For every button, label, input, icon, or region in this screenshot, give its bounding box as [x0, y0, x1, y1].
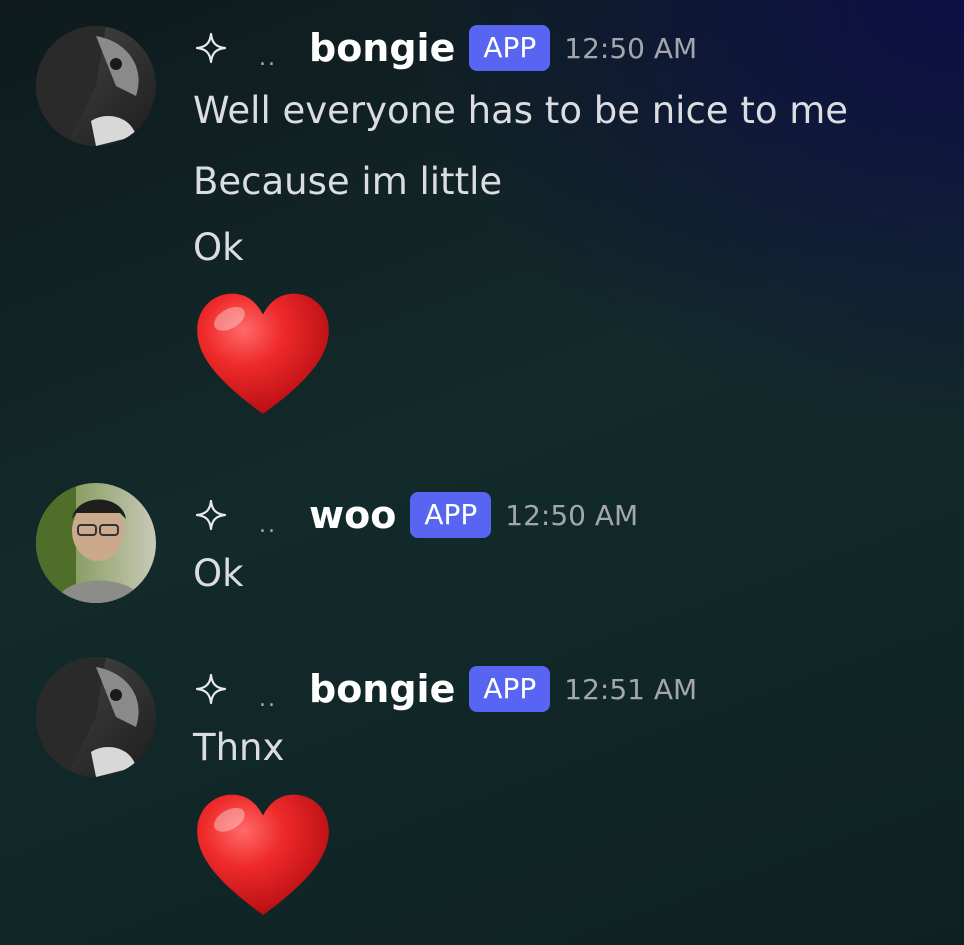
- message-text: Because im little: [193, 160, 503, 203]
- message-header: .. woo APP 12:50 AM: [193, 491, 638, 539]
- message-text: Well everyone has to be nice to me: [193, 89, 849, 132]
- decor-dots: ..: [259, 45, 277, 71]
- message-text: Ok: [193, 226, 244, 269]
- username[interactable]: bongie: [309, 667, 455, 711]
- heart-icon: [193, 288, 333, 428]
- timestamp: 12:50 AM: [505, 498, 639, 532]
- username[interactable]: bongie: [309, 26, 455, 70]
- message-text: Ok: [193, 552, 244, 595]
- sparkle-icon: [193, 30, 229, 66]
- avatar[interactable]: [36, 26, 156, 146]
- sparkle-icon: [193, 497, 229, 533]
- avatar[interactable]: [36, 483, 156, 603]
- sparkle-icon: [193, 671, 229, 707]
- timestamp: 12:51 AM: [564, 672, 698, 706]
- decor-dots: ..: [259, 512, 277, 538]
- app-badge: APP: [410, 492, 492, 538]
- message-text: Thnx: [193, 726, 285, 769]
- timestamp: 12:50 AM: [564, 31, 698, 65]
- avatar[interactable]: [36, 657, 156, 777]
- username[interactable]: woo: [309, 493, 396, 537]
- app-badge: APP: [469, 25, 551, 71]
- decor-dots: ..: [259, 686, 277, 712]
- heart-icon: [193, 789, 333, 929]
- message-header: .. bongie APP 12:50 AM: [193, 24, 697, 72]
- app-badge: APP: [469, 666, 551, 712]
- message-header: .. bongie APP 12:51 AM: [193, 665, 697, 713]
